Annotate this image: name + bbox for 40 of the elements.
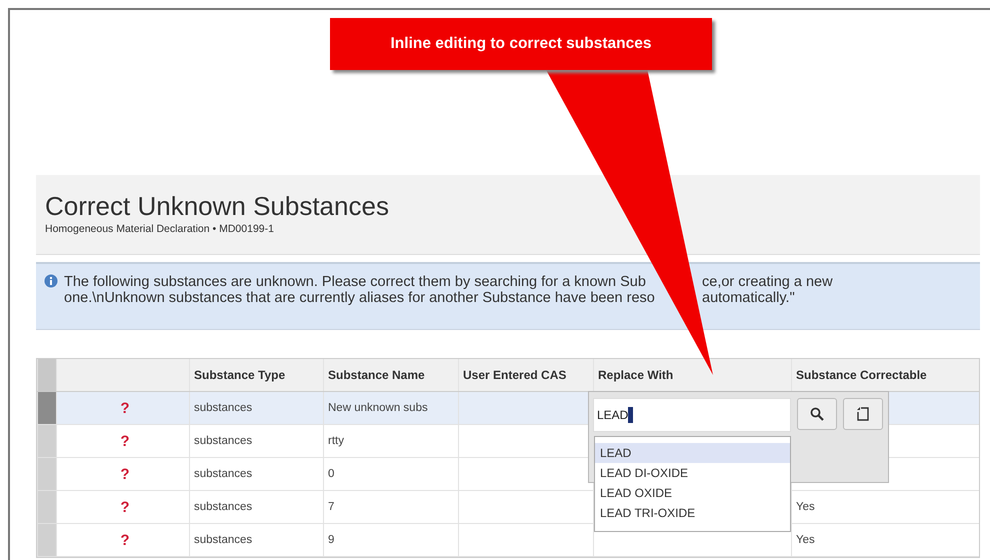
table-cell: 9 — [328, 534, 334, 546]
row-header[interactable] — [37, 524, 56, 556]
question-mark-icon: ? — [120, 532, 130, 548]
table-cell: Yes — [796, 501, 815, 513]
question-mark-icon: ? — [120, 432, 130, 450]
page-subtitle: Homogeneous Material Declaration • MD00199-1 — [45, 223, 275, 235]
table-cell: substances — [194, 468, 252, 480]
search-icon — [810, 407, 824, 421]
table-cell: New unknown subs — [328, 402, 428, 414]
question-mark-icon: ? — [120, 466, 130, 482]
table-cell: substances — [194, 534, 252, 546]
question-mark-icon: ? — [120, 400, 130, 416]
table-cell: Yes — [796, 534, 815, 546]
info-icon — [44, 274, 58, 288]
table-cell: rtty — [328, 435, 344, 447]
row-header[interactable] — [37, 392, 56, 424]
info-text: ce,or creating a new — [702, 274, 833, 290]
info-text: one.\nUnknown substances that are currently aliases for another Substance have been reso — [64, 290, 655, 306]
suggestion-item[interactable]: LEAD TRI-OXIDE — [595, 503, 790, 523]
replace-input-field[interactable]: LEAD — [593, 398, 791, 432]
column-header[interactable]: Substance Type — [189, 359, 323, 391]
suggestion-item[interactable]: LEAD DI-OXIDE — [595, 463, 790, 483]
document-icon — [856, 406, 870, 422]
suggestion-item[interactable]: LEAD — [595, 443, 790, 463]
table-cell: 0 — [328, 468, 334, 480]
info-text: The following substances are unknown. Please correct them by searching for a known Sub — [64, 274, 646, 290]
search-button[interactable] — [797, 398, 837, 430]
column-header[interactable]: Substance Name — [323, 359, 458, 391]
new-substance-button[interactable] — [843, 398, 883, 430]
callout-label: Inline editing to correct substances — [330, 18, 712, 70]
table-cell: 7 — [328, 501, 334, 513]
row-header[interactable] — [37, 425, 56, 457]
page-title: Correct Unknown Substances — [45, 191, 390, 221]
table-cell: substances — [194, 402, 252, 414]
question-mark-icon: ? — [120, 498, 130, 516]
row-header[interactable] — [37, 458, 56, 490]
info-text: automatically." — [702, 290, 795, 306]
table-cell: substances — [194, 501, 252, 513]
row-header[interactable] — [37, 491, 56, 523]
table-cell: substances — [194, 435, 252, 447]
